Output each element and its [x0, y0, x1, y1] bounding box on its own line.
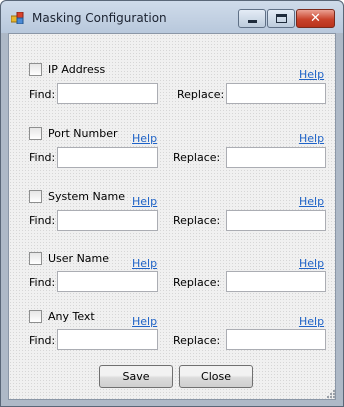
masking-configuration-window: Masking Configuration ✕ IP Address Help … [0, 0, 344, 407]
user-name-find-help-link[interactable]: Help [132, 257, 157, 270]
any-text-label[interactable]: Any Text [48, 310, 95, 323]
close-icon: ✕ [310, 11, 321, 26]
port-number-replace-label: Replace: [173, 151, 221, 164]
ip-address-replace-label: Replace: [177, 88, 225, 101]
user-name-checkbox[interactable] [29, 252, 42, 265]
any-text-find-help-link[interactable]: Help [132, 315, 157, 328]
minimize-icon [248, 20, 257, 23]
user-name-replace-input[interactable] [226, 271, 326, 292]
any-text-replace-input[interactable] [226, 329, 326, 350]
port-number-find-label: Find: [29, 151, 56, 164]
port-number-find-help-link[interactable]: Help [132, 132, 157, 145]
maximize-icon [276, 14, 287, 23]
app-icon [11, 12, 24, 24]
form-body: IP Address Help Find: Replace: Port Numb… [8, 33, 336, 400]
user-name-find-input[interactable] [57, 271, 158, 292]
port-number-find-input[interactable] [57, 147, 158, 168]
title-bar[interactable]: Masking Configuration ✕ [1, 1, 343, 33]
user-name-label[interactable]: User Name [48, 252, 109, 265]
system-name-replace-label: Replace: [173, 214, 221, 227]
maximize-button[interactable] [267, 9, 295, 28]
system-name-label[interactable]: System Name [48, 190, 125, 203]
resize-grip-icon[interactable] [327, 390, 336, 399]
ip-address-label[interactable]: IP Address [48, 63, 105, 76]
system-name-replace-help-link[interactable]: Help [299, 195, 324, 208]
port-number-label[interactable]: Port Number [48, 127, 118, 140]
port-number-replace-help-link[interactable]: Help [299, 132, 324, 145]
ip-address-find-input[interactable] [57, 83, 158, 104]
any-text-checkbox[interactable] [29, 310, 42, 323]
system-name-find-help-link[interactable]: Help [132, 195, 157, 208]
user-name-find-label: Find: [29, 276, 56, 289]
window-title: Masking Configuration [32, 11, 167, 25]
system-name-find-label: Find: [29, 214, 56, 227]
any-text-replace-help-link[interactable]: Help [299, 315, 324, 328]
minimize-button[interactable] [238, 9, 266, 28]
port-number-replace-input[interactable] [226, 147, 326, 168]
system-name-find-input[interactable] [57, 210, 158, 231]
user-name-replace-help-link[interactable]: Help [299, 257, 324, 270]
save-button[interactable]: Save [99, 365, 173, 388]
ip-address-find-label: Find: [29, 88, 56, 101]
close-window-button[interactable]: ✕ [296, 9, 335, 28]
system-name-replace-input[interactable] [226, 210, 326, 231]
user-name-replace-label: Replace: [173, 276, 221, 289]
any-text-find-input[interactable] [57, 329, 158, 350]
close-button[interactable]: Close [179, 365, 253, 388]
ip-address-checkbox[interactable] [29, 63, 42, 76]
port-number-checkbox[interactable] [29, 127, 42, 140]
system-name-checkbox[interactable] [29, 190, 42, 203]
any-text-find-label: Find: [29, 334, 56, 347]
ip-address-replace-help-link[interactable]: Help [299, 68, 324, 81]
any-text-replace-label: Replace: [173, 334, 221, 347]
ip-address-replace-input[interactable] [226, 83, 326, 104]
